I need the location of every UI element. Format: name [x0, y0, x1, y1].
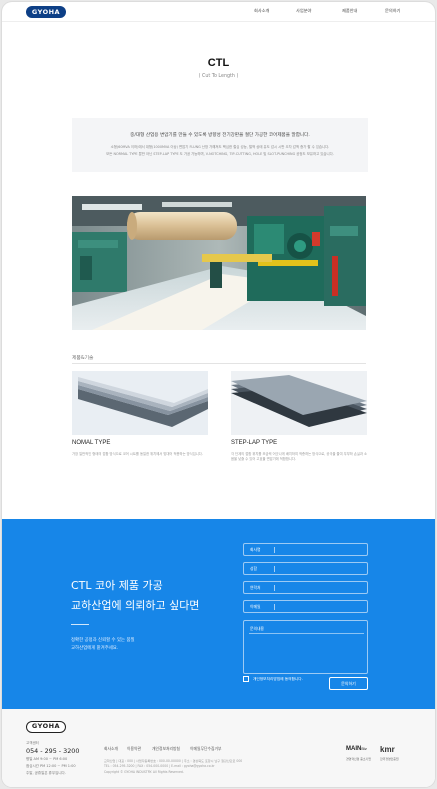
message-divider — [249, 633, 364, 634]
name-field[interactable]: 성함 — [243, 562, 368, 575]
section-divider — [72, 363, 366, 364]
copyright: Copyright © GYOHA INDUSTRY. All Rights R… — [104, 770, 184, 774]
page-title: CTL — [207, 57, 230, 69]
footer-link-company[interactable]: 회사소개 — [104, 746, 118, 752]
contact-heading-line1: CTL 코아 제품 가공 — [71, 579, 163, 592]
cs-hours: 주말, 공휴일은 휴무입니다. — [26, 771, 66, 775]
kmr-caption: 한국경영인증원 — [380, 757, 399, 761]
normal-type-desc: 가장 일반적인 형태의 접합 방식으로 코어 시트를 동일한 위치에서 맞대어 … — [72, 452, 203, 456]
site-header: GYOHA 회사소개 사업분야 제품안내 문의하기 — [2, 2, 435, 22]
footer-logo[interactable]: GYOHA — [26, 721, 66, 733]
site-logo[interactable]: GYOHA — [26, 6, 66, 18]
submit-inquiry-button[interactable]: 문의하기 — [329, 677, 368, 690]
field-divider — [274, 604, 275, 610]
footer-link-no-email[interactable]: 이메일무단수집거부 — [190, 746, 221, 752]
nav-item-business[interactable]: 사업분야 — [296, 8, 311, 14]
nav-item-contact[interactable]: 문의하기 — [385, 8, 400, 14]
name-input[interactable] — [277, 564, 365, 573]
contact-section: CTL 코아 제품 가공 교하산업에 의뢰하고 싶다면 정확한 공정과 신뢰할 … — [2, 519, 435, 709]
kmr-badge-icon: kmr — [380, 745, 395, 754]
step-lap-type-image — [231, 371, 367, 435]
contact-text-line1: 정확한 공정과 신뢰할 수 있는 품질 — [71, 638, 135, 643]
cs-phone: 054 - 295 - 3200 — [26, 747, 80, 755]
cs-hours: 점심시간 PM 12:00 ~ PM 1:00 — [26, 764, 76, 768]
normal-type-title: NOMAL TYPE — [72, 440, 111, 446]
mainbiz-text: MAIN — [346, 746, 362, 752]
company-field[interactable]: 회사명 — [243, 543, 368, 556]
page-subtitle: ( Cut To Length ) — [198, 74, 239, 79]
email-field-label: 이메일 — [250, 604, 261, 609]
field-divider — [274, 585, 275, 591]
email-input[interactable] — [277, 602, 365, 611]
contact-divider — [71, 624, 89, 625]
hero-factory-image — [72, 196, 366, 330]
nav-item-company[interactable]: 회사소개 — [254, 8, 269, 14]
company-field-label: 회사명 — [250, 547, 261, 552]
contact-heading-line2: 교하산업에 의뢰하고 싶다면 — [71, 599, 200, 612]
normal-type-image — [72, 371, 208, 435]
phone-input[interactable] — [277, 583, 365, 592]
step-lap-type-desc: 각 단계의 접합 위치를 조금씩 어긋나게 배치하여 적층하는 방식으로, 공극… — [231, 452, 367, 461]
field-divider — [274, 566, 275, 572]
nav-item-products[interactable]: 제품안내 — [342, 8, 357, 14]
products-section-label: 제품&기술 — [72, 356, 94, 361]
footer-link-privacy[interactable]: 개인정보처리방침 — [152, 746, 180, 752]
footer-link-terms[interactable]: 이용약관 — [127, 746, 141, 752]
company-info-line: 교하산업 | 대표 : 000 | 사업자등록번호 : 000-00-00000… — [104, 759, 243, 763]
field-divider — [274, 547, 275, 553]
step-lap-type-title: STEP-LAP TYPE — [231, 440, 278, 446]
message-field[interactable]: 문의내용 — [243, 620, 368, 674]
page-frame: GYOHA 회사소개 사업분야 제품안내 문의하기 CTL ( Cut To L… — [2, 2, 435, 787]
intro-headline: 중/대형 산업용 변압기를 만들 수 있도록 방향성 전기강판을 절단 가공한 … — [130, 133, 310, 138]
contact-text-line2: 교하산업에게 맡겨주세요. — [71, 646, 119, 651]
mainbiz-suffix: Biz — [361, 746, 367, 751]
privacy-agree-checkbox[interactable] — [243, 676, 249, 682]
intro-line: 모든 NORMAL TYPE 뿐만 아닌 STEP-LAP TYPE 도 가공 … — [106, 152, 334, 156]
phone-field[interactable]: 연락처 — [243, 581, 368, 594]
cs-label: 고객센터 — [26, 741, 39, 745]
intro-box: 중/대형 산업용 변압기를 만들 수 있도록 방향성 전기강판을 절단 가공한 … — [72, 118, 368, 172]
privacy-agree-label[interactable]: 개인정보처리방침에 동의합니다. — [253, 677, 303, 682]
phone-field-label: 연락처 — [250, 585, 261, 590]
cs-hours: 평일 AM 9:00 ~ PM 6:00 — [26, 757, 68, 761]
email-field[interactable]: 이메일 — [243, 600, 368, 613]
company-info-line: TEL : 054-295-3200 | FAX : 054-000-0000 … — [104, 764, 215, 768]
company-input[interactable] — [277, 545, 365, 554]
intro-line: 소형(60MVA 이하)에서 대형(1000MVA 이상) 변압기 FLUNG … — [110, 145, 330, 149]
mainbiz-badge-icon: MAINBiz — [346, 746, 367, 752]
mainbiz-caption: 경영혁신형 중소기업 — [346, 757, 371, 761]
message-field-label: 문의내용 — [250, 626, 264, 631]
name-field-label: 성함 — [250, 566, 257, 571]
site-footer: GYOHA 고객센터 054 - 295 - 3200 평일 AM 9:00 ~… — [2, 709, 435, 787]
